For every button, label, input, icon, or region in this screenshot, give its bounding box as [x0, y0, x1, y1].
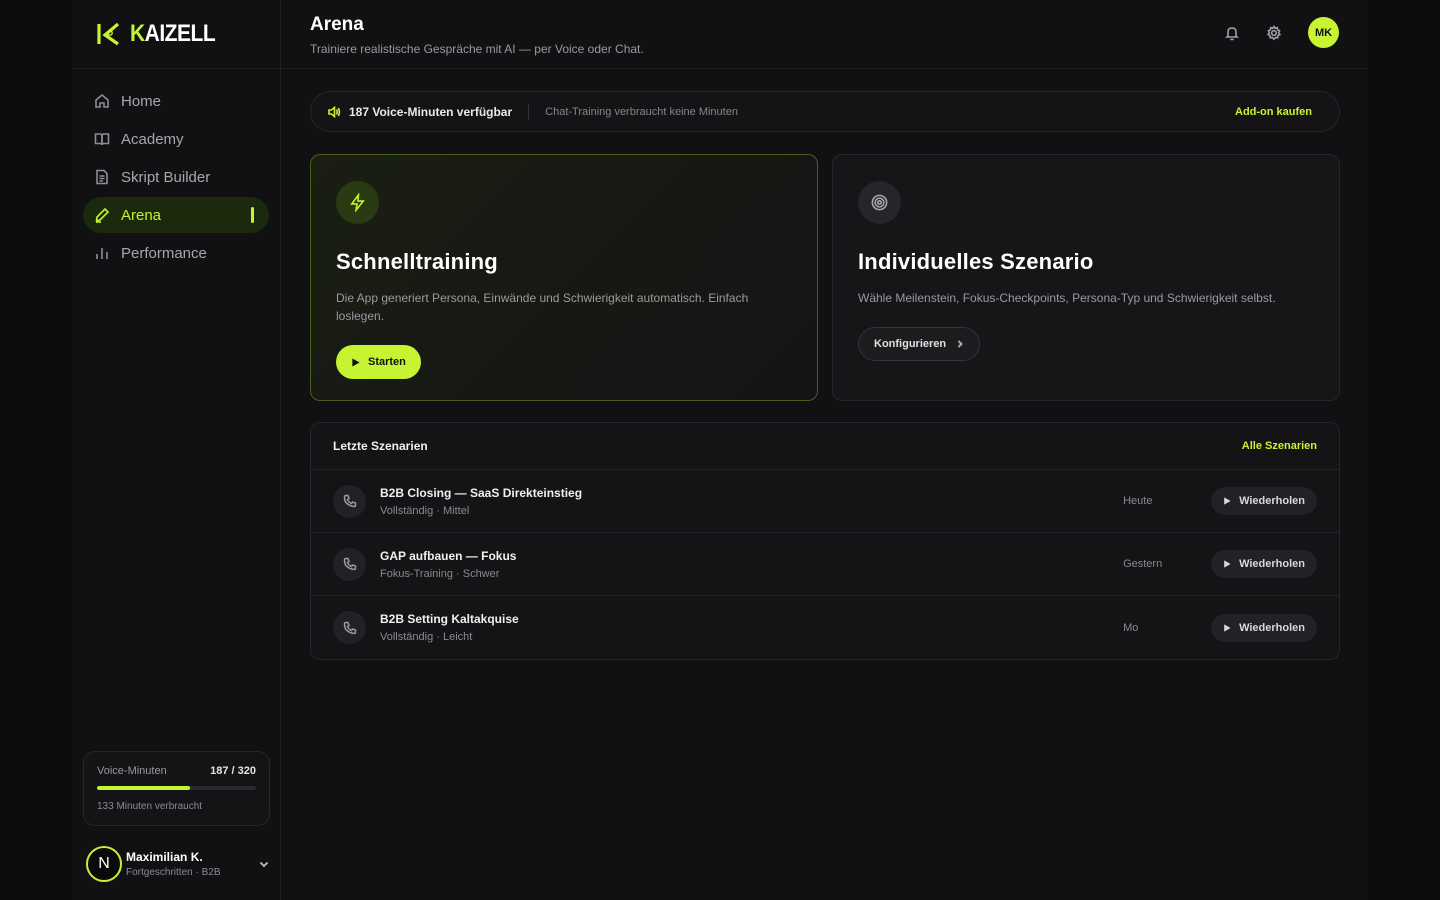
page-subtitle: Trainiere realistische Gespräche mit AI …: [310, 42, 644, 56]
home-icon: [95, 93, 109, 108]
sidebar-nav: Home Academy Skript Builder Arena Perfor…: [72, 69, 280, 287]
app-frame: KAIZELL Home Academy Skript Builder Aren…: [72, 0, 1368, 900]
active-indicator: [251, 207, 254, 223]
repeat-button[interactable]: Wiederholen: [1211, 550, 1317, 578]
scenario-date: Mo: [1123, 621, 1139, 634]
sidebar-item-label: Academy: [121, 130, 184, 148]
scenario-name: B2B Setting Kaltakquise: [380, 612, 519, 626]
phone-icon: [343, 621, 356, 634]
user-name: Maximilian K.: [126, 850, 203, 864]
bell-icon[interactable]: [1224, 25, 1240, 41]
scenario-meta: Vollständig · Leicht: [380, 631, 473, 643]
quick-training-description: Die App generiert Persona, Einwände und …: [336, 291, 749, 323]
banner-sub-text: Chat-Training verbraucht keine Minuten: [545, 105, 738, 118]
quick-training-title: Schnelltraining: [336, 249, 498, 274]
book-icon: [94, 133, 110, 146]
voice-minutes-card: Voice-Minuten 187 / 320 133 Minuten verb…: [83, 751, 270, 826]
page-header: Arena Trainiere realistische Gespräche m…: [281, 0, 1368, 69]
voice-minutes-progress: [97, 786, 256, 790]
phone-icon: [343, 494, 356, 508]
banner-main-text: 187 Voice-Minuten verfügbar: [349, 104, 513, 119]
recent-scenarios-panel: Letzte Szenarien Alle Szenarien B2B Clos…: [310, 422, 1340, 660]
page-title: Arena: [310, 14, 364, 35]
logo-wordmark: KAIZELL: [130, 20, 216, 47]
header-actions: MK: [1224, 17, 1339, 48]
table-row[interactable]: B2B Closing — SaaS Direkteinstieg Vollst…: [311, 470, 1339, 533]
voice-minutes-value: 187 / 320: [210, 765, 256, 777]
start-button[interactable]: Starten: [336, 345, 421, 379]
row-icon-wrapper: [333, 611, 366, 644]
scenario-date: Heute: [1123, 495, 1153, 507]
logo-mark-icon: [97, 22, 120, 46]
sidebar: KAIZELL Home Academy Skript Builder Aren…: [72, 0, 281, 900]
sidebar-item-performance[interactable]: Performance: [83, 235, 269, 271]
table-row[interactable]: GAP aufbauen — Fokus Fokus-Training · Sc…: [311, 533, 1339, 596]
user-avatar: N: [86, 846, 122, 882]
play-icon: [1224, 623, 1231, 632]
sidebar-item-label: Home: [121, 92, 162, 110]
recent-scenarios-header: Letzte Szenarien Alle Szenarien: [311, 423, 1339, 470]
repeat-button-label: Wiederholen: [1239, 558, 1305, 570]
scenario-date: Gestern: [1123, 558, 1163, 570]
repeat-button[interactable]: Wiederholen: [1211, 487, 1317, 515]
recent-scenarios-title: Letzte Szenarien: [333, 439, 428, 453]
voice-minutes-label: Voice-Minuten: [97, 765, 167, 777]
voice-minutes-used: 133 Minuten verbraucht: [97, 801, 203, 812]
scenario-name: GAP aufbauen — Fokus: [380, 548, 517, 563]
logo[interactable]: KAIZELL: [72, 0, 280, 69]
sidebar-item-label: Arena: [121, 206, 162, 224]
sidebar-item-arena[interactable]: Arena: [83, 197, 269, 233]
main-content: Arena Trainiere realistische Gespräche m…: [281, 0, 1368, 900]
sidebar-item-home[interactable]: Home: [83, 83, 269, 119]
gear-icon[interactable]: [1266, 24, 1282, 41]
scenario-meta: Fokus-Training · Schwer: [380, 567, 500, 580]
card-icon-wrapper: [336, 181, 379, 224]
chevron-right-icon: [957, 340, 964, 348]
table-row[interactable]: B2B Setting Kaltakquise Vollständig · Le…: [311, 596, 1339, 659]
buy-addon-link[interactable]: Add-on kaufen: [1235, 106, 1323, 118]
sidebar-item-label: Skript Builder: [121, 168, 211, 186]
voice-minutes-banner: 187 Voice-Minuten verfügbar Chat-Trainin…: [310, 91, 1340, 132]
repeat-button-label: Wiederholen: [1239, 495, 1305, 507]
header-avatar[interactable]: MK: [1308, 17, 1339, 48]
repeat-button-label: Wiederholen: [1239, 621, 1305, 634]
row-icon-wrapper: [333, 484, 366, 518]
individual-scenario-title: Individuelles Szenario: [858, 249, 1094, 274]
play-icon: [352, 357, 360, 367]
play-icon: [1224, 497, 1231, 505]
phone-icon: [343, 557, 356, 571]
speaker-icon: [328, 105, 341, 118]
bar-chart-icon: [96, 248, 108, 259]
row-icon-wrapper: [333, 547, 366, 581]
sidebar-item-skript-builder[interactable]: Skript Builder: [83, 159, 269, 195]
chevron-down-icon[interactable]: [258, 858, 270, 870]
sidebar-item-academy[interactable]: Academy: [83, 121, 269, 157]
voice-minutes-progress-fill: [97, 786, 190, 790]
target-icon: [871, 194, 888, 211]
card-icon-wrapper: [858, 181, 901, 224]
repeat-button[interactable]: Wiederholen: [1211, 613, 1317, 642]
document-icon: [96, 169, 108, 185]
individual-scenario-card: Individuelles Szenario Wähle Meilenstein…: [832, 154, 1340, 401]
user-subtitle: Fortgeschritten · B2B: [126, 867, 221, 878]
scenario-name: B2B Closing — SaaS Direkteinstieg: [380, 485, 583, 500]
banner-divider: [528, 103, 530, 120]
individual-scenario-description: Wähle Meilenstein, Fokus-Checkpoints, Pe…: [858, 291, 1276, 305]
configure-button-label: Konfigurieren: [874, 338, 947, 350]
lightning-icon: [350, 193, 365, 212]
start-button-label: Starten: [368, 356, 406, 368]
configure-button[interactable]: Konfigurieren: [858, 327, 981, 361]
quick-training-card: Schnelltraining Die App generiert Person…: [310, 154, 818, 401]
pen-icon: [95, 207, 110, 223]
all-scenarios-link[interactable]: Alle Szenarien: [1242, 440, 1317, 452]
scenario-meta: Vollständig · Mittel: [380, 504, 470, 517]
user-profile[interactable]: N Maximilian K. Fortgeschritten · B2B: [86, 846, 270, 882]
sidebar-item-label: Performance: [121, 244, 207, 262]
play-icon: [1224, 560, 1231, 568]
